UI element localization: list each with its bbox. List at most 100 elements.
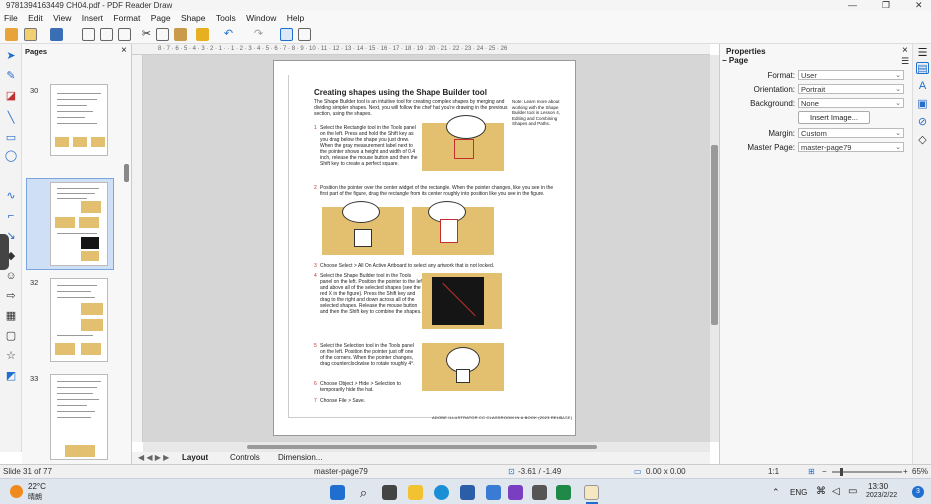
tray-chevron-icon[interactable]: ⌃ — [772, 487, 780, 498]
page-thumbnail-32[interactable] — [50, 278, 108, 362]
vertical-scrollbar[interactable] — [710, 55, 719, 442]
undo-icon[interactable]: ↶ — [222, 28, 235, 41]
step-number: 1 — [314, 125, 317, 131]
close-window-button[interactable]: ✕ — [915, 0, 923, 11]
menu-help[interactable]: Help — [283, 11, 308, 25]
network-icon[interactable]: ⌘ — [816, 486, 826, 497]
menu-icon[interactable]: ☰ — [916, 47, 929, 59]
insert-image-button[interactable]: Insert Image... — [798, 111, 870, 124]
select-arrow-icon[interactable]: ➤ — [4, 50, 18, 62]
page-section-header[interactable]: − Page — [722, 56, 748, 65]
panel-scrollbar[interactable] — [124, 164, 129, 182]
language-indicator[interactable]: ENG — [790, 488, 807, 497]
redo-icon[interactable]: ↷ — [252, 28, 265, 41]
weather-icon[interactable] — [10, 485, 23, 498]
export-pdf-icon[interactable] — [100, 28, 113, 41]
menu-window[interactable]: Window — [242, 11, 280, 25]
volume-icon[interactable]: ◁ — [832, 486, 840, 497]
format-select[interactable]: User ⌄ — [798, 70, 904, 80]
tab-dimension-lines[interactable]: Dimension... — [278, 452, 322, 464]
print-icon[interactable] — [118, 28, 131, 41]
line-tool-icon[interactable]: ╲ — [4, 112, 18, 124]
3d-objects-icon[interactable]: ◩ — [4, 370, 18, 382]
line-color-icon[interactable]: ✎ — [4, 70, 18, 82]
photos-icon[interactable] — [486, 485, 501, 500]
menu-page[interactable]: Page — [147, 11, 175, 25]
zoom-in-icon[interactable]: + — [903, 465, 908, 479]
menu-tools[interactable]: Tools — [212, 11, 240, 25]
master-page-select[interactable]: master-page79 ⌄ — [798, 142, 904, 152]
page-thumbnail-33[interactable] — [50, 374, 108, 460]
fill-color-icon[interactable]: ◪ — [4, 90, 18, 102]
stars-icon[interactable]: ☆ — [4, 350, 18, 362]
page-thumbnail-31[interactable] — [50, 182, 108, 266]
shapes-icon[interactable]: ◇ — [916, 134, 929, 146]
scroll-thumb[interactable] — [247, 445, 597, 449]
restore-button[interactable]: ❐ — [882, 0, 890, 11]
background-select[interactable]: None ⌄ — [798, 98, 904, 108]
clock-time[interactable]: 13:30 — [868, 482, 888, 491]
document-page[interactable]: Creating shapes using the Shape Builder … — [273, 60, 576, 436]
clone-formatting-icon[interactable] — [196, 28, 209, 41]
menu-file[interactable]: File — [0, 11, 22, 25]
collapse-handle[interactable] — [0, 234, 9, 270]
notification-badge[interactable]: 3 — [912, 486, 924, 498]
page-thumbnail-30[interactable] — [50, 84, 108, 156]
zoom-out-icon[interactable]: − — [822, 465, 827, 479]
cut-icon[interactable]: ✂ — [140, 28, 153, 41]
format-value: User — [801, 71, 817, 80]
ellipse-tool-icon[interactable]: ◯ — [4, 150, 18, 162]
task-view-icon[interactable] — [382, 485, 397, 500]
curve-tool-icon[interactable]: ∿ — [4, 190, 18, 202]
terminal-icon[interactable] — [532, 485, 547, 500]
save-icon[interactable] — [50, 28, 63, 41]
menu-view[interactable]: View — [49, 11, 75, 25]
zoom-slider-handle[interactable] — [840, 468, 843, 476]
drawing-toolbar: ➤ ✎ ◪ ╲ ▭ ◯ ∿ ⌐ ↘ ◆ ☺ ⇨ ▦ ▢ ☆ ◩ — [0, 44, 22, 452]
horizontal-scrollbar[interactable] — [143, 442, 710, 452]
copy-icon[interactable] — [156, 28, 169, 41]
battery-icon[interactable]: ▭ — [848, 486, 857, 497]
helplines-icon[interactable] — [298, 28, 311, 41]
grid-icon[interactable] — [280, 28, 293, 41]
margin-select[interactable]: Custom ⌄ — [798, 128, 904, 138]
callouts-icon[interactable]: ▢ — [4, 330, 18, 342]
clock-date[interactable]: 2023/2/22 — [866, 492, 897, 499]
export-icon[interactable] — [82, 28, 95, 41]
visual-studio-icon[interactable] — [508, 485, 523, 500]
symbol-shapes-icon[interactable]: ☺ — [4, 270, 18, 282]
close-icon[interactable]: × — [902, 45, 908, 56]
search-icon[interactable]: ⌕ — [356, 485, 371, 500]
more-options-icon[interactable]: ☰ — [901, 56, 909, 67]
menu-shape[interactable]: Shape — [177, 11, 210, 25]
orientation-select[interactable]: Portrait ⌄ — [798, 84, 904, 94]
file-explorer-icon[interactable] — [408, 485, 423, 500]
start-icon[interactable] — [330, 485, 345, 500]
fit-page-icon[interactable]: ⊞ — [808, 465, 815, 479]
tab-controls[interactable]: Controls — [230, 452, 260, 464]
close-icon[interactable]: × — [121, 45, 127, 56]
open-folder-icon[interactable] — [24, 28, 37, 41]
paste-icon[interactable] — [174, 28, 187, 41]
rectangle-tool-icon[interactable]: ▭ — [4, 132, 18, 144]
app-icon[interactable] — [460, 485, 475, 500]
minimize-button[interactable]: — — [848, 0, 857, 11]
edge-icon[interactable] — [434, 485, 449, 500]
excel-icon[interactable] — [556, 485, 571, 500]
navigator-icon[interactable]: ⊘ — [916, 116, 929, 128]
background-value: None — [801, 99, 819, 108]
menu-edit[interactable]: Edit — [24, 11, 47, 25]
zoom-slider[interactable] — [832, 468, 902, 476]
gallery-icon[interactable]: ▣ — [916, 98, 929, 110]
menu-insert[interactable]: Insert — [78, 11, 107, 25]
flowchart-icon[interactable]: ▦ — [4, 310, 18, 322]
properties-icon[interactable]: ▤ — [916, 62, 929, 75]
tab-navigation-arrows[interactable]: ◀ ◀ ▶ ▶ — [138, 452, 169, 464]
scroll-thumb[interactable] — [711, 145, 718, 325]
pdf-reader-draw-icon[interactable] — [584, 485, 599, 500]
new-document-icon[interactable] — [5, 28, 18, 41]
menu-format[interactable]: Format — [109, 11, 144, 25]
connector-tool-icon[interactable]: ⌐ — [4, 210, 18, 222]
block-arrows-icon[interactable]: ⇨ — [4, 290, 18, 302]
styles-icon[interactable]: A — [916, 80, 929, 92]
